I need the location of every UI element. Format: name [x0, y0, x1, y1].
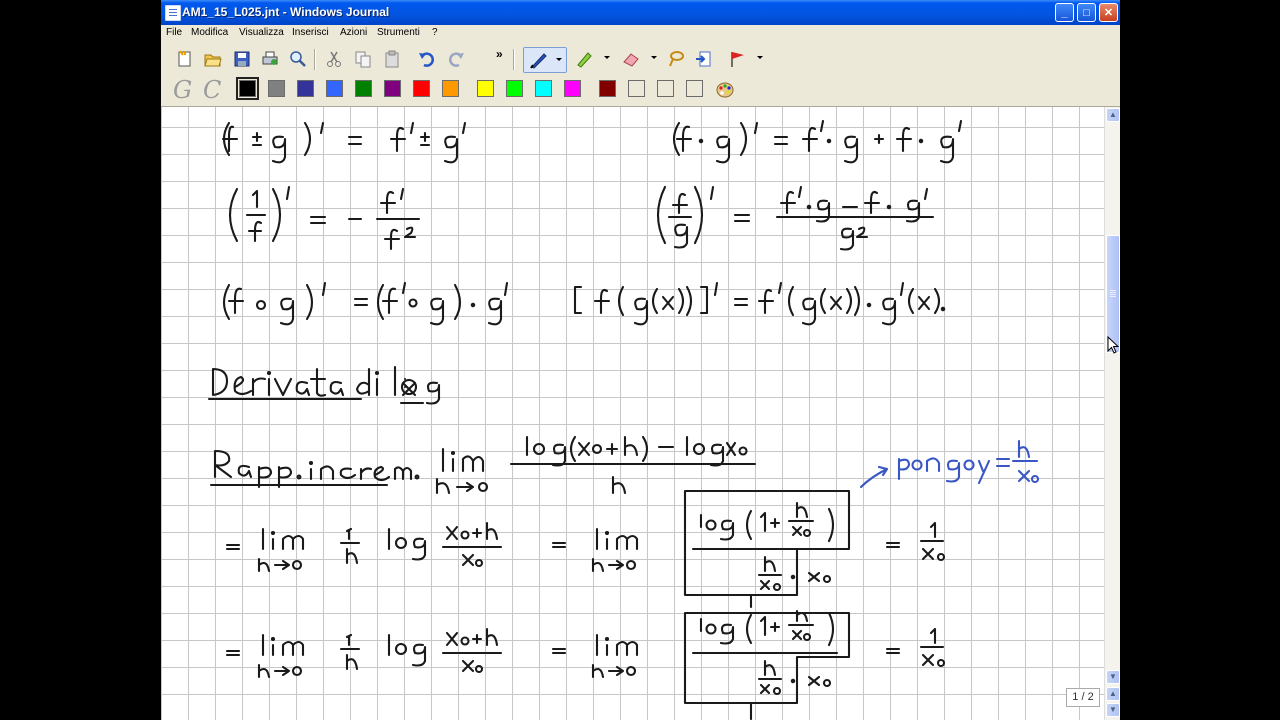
color-swatch[interactable] [236, 77, 259, 100]
chevron-down-icon[interactable] [604, 56, 610, 59]
journal-window: AM1_15_L025.jnt - Windows Journal _ □ ✕ … [161, 0, 1120, 720]
flag-icon[interactable] [727, 48, 749, 70]
open-icon[interactable] [202, 48, 224, 70]
color-swatch[interactable] [442, 80, 459, 97]
menu-inserisci[interactable]: Inserisci [292, 27, 329, 38]
menu-visualizza[interactable]: Visualizza [239, 27, 284, 38]
color-picker-icon[interactable] [714, 79, 736, 101]
color-swatch[interactable] [564, 80, 581, 97]
color-swatch[interactable] [297, 80, 314, 97]
menu-file[interactable]: File [166, 27, 182, 38]
color-swatch[interactable] [657, 80, 674, 97]
cut-icon[interactable] [323, 48, 345, 70]
redo-icon[interactable] [445, 48, 467, 70]
minimize-button[interactable]: _ [1055, 3, 1074, 22]
vertical-scrollbar[interactable]: ▲ ▼ ▲ ▼ [1104, 107, 1120, 720]
tool-g-label[interactable]: G [173, 76, 192, 104]
new-note-icon[interactable] [174, 48, 196, 70]
paste-icon[interactable] [381, 48, 403, 70]
journal-app-icon[interactable] [165, 5, 181, 21]
color-swatch[interactable] [413, 80, 430, 97]
print-icon[interactable] [259, 48, 281, 70]
page-indicator: 1 / 2 [1066, 688, 1100, 707]
copy-icon[interactable] [352, 48, 374, 70]
title-bar[interactable]: AM1_15_L025.jnt - Windows Journal _ □ ✕ [161, 0, 1120, 25]
scroll-up-icon[interactable]: ▲ [1106, 108, 1120, 122]
pen-tool-button[interactable] [523, 47, 567, 73]
eraser-icon[interactable] [620, 48, 642, 70]
menu-help[interactable]: ? [432, 27, 438, 38]
menu-azioni[interactable]: Azioni [340, 27, 367, 38]
pen-icon [530, 53, 547, 69]
menu-modifica[interactable]: Modifica [191, 27, 228, 38]
color-swatch[interactable] [268, 80, 285, 97]
chevron-down-icon[interactable] [651, 56, 657, 59]
toolbar-separator [513, 49, 515, 70]
chevron-down-icon[interactable] [556, 58, 562, 61]
more-tools-button[interactable]: » [496, 47, 503, 61]
scroll-down-icon[interactable]: ▼ [1106, 670, 1120, 684]
tool-c-label[interactable]: C [203, 76, 221, 104]
insert-space-icon[interactable] [693, 48, 715, 70]
color-swatch[interactable] [477, 80, 494, 97]
menu-strumenti[interactable]: Strumenti [377, 27, 420, 38]
color-swatch[interactable] [355, 80, 372, 97]
close-button[interactable]: ✕ [1099, 3, 1118, 22]
color-swatch[interactable] [384, 80, 401, 97]
find-icon[interactable] [287, 48, 309, 70]
handwritten-formulas [207, 119, 1040, 720]
menu-bar: File Modifica Visualizza Inserisci Azion… [161, 25, 1120, 43]
maximize-button[interactable]: □ [1077, 3, 1096, 22]
note-page[interactable] [161, 107, 1104, 720]
mouse-pointer-icon [1107, 336, 1119, 354]
color-swatch[interactable] [326, 80, 343, 97]
pen-color-toolbar: G C [161, 74, 1120, 107]
highlighter-icon[interactable] [573, 48, 595, 70]
save-icon[interactable] [231, 48, 253, 70]
color-swatch[interactable] [506, 80, 523, 97]
chevron-down-icon[interactable] [757, 56, 763, 59]
toolbar-separator [314, 49, 316, 70]
standard-toolbar: » [161, 43, 1120, 74]
lasso-icon[interactable] [665, 48, 687, 70]
window-title: AM1_15_L025.jnt - Windows Journal [182, 5, 390, 19]
undo-icon[interactable] [416, 48, 438, 70]
next-page-icon[interactable]: ▼ [1106, 703, 1120, 717]
color-swatch[interactable] [628, 80, 645, 97]
prev-page-icon[interactable]: ▲ [1106, 687, 1120, 701]
color-swatch[interactable] [535, 80, 552, 97]
color-swatch[interactable] [599, 80, 616, 97]
color-swatch[interactable] [686, 80, 703, 97]
